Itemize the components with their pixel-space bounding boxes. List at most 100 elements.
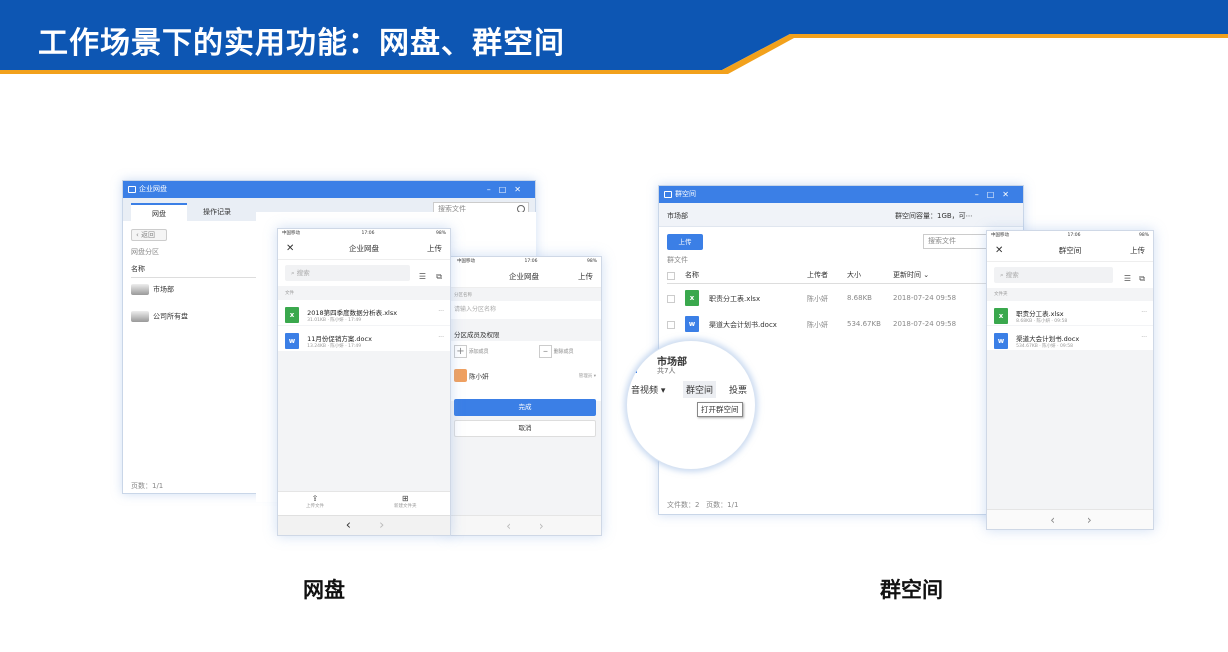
table-header: 名称 上传者 大小 更新时间 ⌄ [667, 270, 1017, 284]
folder-icon [131, 284, 149, 295]
netdisk-phone-list: 中国移动 17:06 98% ✕ 企业网盘 上传 ⌕ 搜索 ☰ ⧉ 文件 x 2… [277, 228, 451, 536]
file-row[interactable]: x 2018第四季度数据分析表.xlsx 31.01KB · 陈小妍 · 17:… [278, 300, 450, 325]
more-icon[interactable]: ··· [1141, 309, 1147, 316]
nav-back-button[interactable]: ‹ [506, 519, 511, 533]
chevron-left-icon: ‹ [136, 231, 139, 239]
phone-title-bar: ✕ 企业网盘 上传 [278, 238, 450, 260]
sort-icon[interactable]: ☰ [419, 272, 426, 281]
nav-back-button[interactable]: ‹ [346, 518, 351, 533]
tab-netdisk[interactable]: 网盘 [131, 203, 187, 221]
phone-nav: ‹ › [987, 509, 1153, 529]
group-footer: 文件数：2 页数：1/1 [667, 501, 739, 509]
capacity-text: 群空间容量：1GB，可⋯ [895, 212, 973, 220]
search-input[interactable]: ⌕ 搜索 [994, 267, 1113, 283]
folder-item-market[interactable]: 市场部 [131, 284, 174, 295]
word-file-icon: w [994, 332, 1008, 349]
section-label: 文件 [285, 291, 294, 296]
more-icon[interactable]: ··· [438, 334, 444, 341]
nav-forward-button[interactable]: › [1087, 513, 1092, 527]
folder-icon [131, 311, 149, 322]
window-controls[interactable]: –□✕ [487, 181, 529, 198]
status-bar: 中国移动 17:06 98% [991, 233, 1149, 238]
more-icon[interactable]: ··· [1141, 334, 1147, 341]
copy-icon[interactable]: ⧉ [436, 272, 442, 282]
close-icon[interactable]: ✕ [995, 240, 1003, 262]
table-row[interactable]: x 职责分工表.xlsx 陈小妍 8.68KB 2018-07-24 09:58 [667, 290, 1017, 312]
phone-nav: ‹ › [447, 515, 601, 535]
phone-title-bar: ✕ 群空间 上传 [987, 240, 1153, 262]
status-bar: 中国移动 17:06 98% [282, 231, 446, 236]
file-row[interactable]: x 职责分工表.xlsx 8.68KB · 陈小妍 · 09:58 ··· [987, 301, 1153, 325]
minus-icon: – [539, 345, 552, 358]
window-controls[interactable]: –□✕ [975, 186, 1017, 203]
word-file-icon: w [285, 332, 299, 349]
upload-button[interactable]: 上传 [578, 266, 593, 288]
plus-icon: + [454, 345, 467, 358]
folder-plus-icon: ⊞ [401, 494, 409, 503]
members-title: 分区成员及权限 [454, 331, 500, 339]
excel-file-icon: x [994, 307, 1008, 324]
upload-file-button[interactable]: ⇪ 上传文件 [306, 494, 324, 509]
phone-nav: ‹ › [278, 515, 450, 535]
upload-button[interactable]: 上传 [667, 234, 703, 250]
phone-title-bar: 企业网盘 上传 [447, 266, 601, 288]
remove-member-button[interactable]: – 删除成员 [539, 345, 574, 358]
copy-icon[interactable]: ⧉ [1139, 274, 1145, 284]
new-folder-button[interactable]: ⊞ 新建文件夹 [394, 494, 417, 509]
bottom-toolbar: ⇪ 上传文件 ⊞ 新建文件夹 [278, 491, 450, 515]
group-titlebar: 群空间 –□✕ [659, 186, 1023, 203]
avatar [454, 369, 467, 382]
page-title: 工作场景下的实用功能：网盘、群空间 [38, 26, 565, 61]
word-file-icon: w [685, 316, 699, 332]
folder-item-company[interactable]: 公司所有盘 [131, 311, 188, 322]
group-phone: 中国移动 17:06 98% ✕ 群空间 上传 ⌕ 搜索 ☰ ⧉ 文件夹 x 职… [986, 230, 1154, 530]
menu-vote[interactable]: 投票 [729, 383, 747, 396]
window-title: 企业网盘 [139, 185, 167, 193]
cancel-button[interactable]: 取消 [454, 420, 596, 437]
partition-name-input[interactable]: 请输入分区名称 [447, 301, 601, 319]
group-avatar [627, 363, 637, 373]
netdisk-titlebar: 企业网盘 –□✕ [123, 181, 535, 198]
table-row[interactable]: w 渠道大会计划书.docx 陈小妍 534.67KB 2018-07-24 0… [667, 316, 1017, 338]
nav-forward-button[interactable]: › [379, 518, 384, 533]
header-banner: 工作场景下的实用功能：网盘、群空间 [0, 0, 1228, 74]
member-row[interactable]: 陈小妍 管理员 ▾ [454, 369, 596, 382]
menu-group-space[interactable]: 群空间 [683, 381, 717, 398]
member-role[interactable]: 管理员 ▾ [579, 373, 596, 379]
select-all-checkbox[interactable] [667, 272, 675, 280]
caption-netdisk: 网盘 [303, 578, 345, 602]
window-title: 群空间 [675, 190, 696, 198]
tab-operation-log[interactable]: 操作记录 [187, 203, 247, 221]
file-row[interactable]: w 渠道大会计划书.docx 534.67KB · 陈小妍 · 09:58 ··… [987, 326, 1153, 350]
magnifier-callout: 市场部 共7人 音视频 ▾ 群空间 投票 打开群空间 [626, 340, 756, 470]
status-bar: 中国移动 17:06 98% [457, 259, 597, 264]
field-label: 分区名称 [454, 293, 472, 298]
magnified-member-count: 共7人 [657, 367, 676, 375]
excel-file-icon: x [685, 290, 699, 306]
briefcase-icon [128, 186, 136, 193]
page-count: 页数：1/1 [131, 482, 164, 490]
back-button[interactable]: ‹ 返回 [131, 229, 167, 241]
more-icon[interactable]: ··· [438, 308, 444, 315]
search-input[interactable]: ⌕ 搜索 [285, 265, 410, 281]
section-label: 网盘分区 [131, 248, 159, 256]
netdisk-phone-partition: 中国移动 17:06 98% 企业网盘 上传 分区名称 请输入分区名称 分区成员… [446, 256, 602, 536]
menu-av[interactable]: 音视频 ▾ [631, 383, 665, 396]
column-name: 名称 [131, 264, 271, 278]
close-icon[interactable]: ✕ [286, 238, 294, 260]
upload-button[interactable]: 上传 [427, 238, 442, 260]
done-button[interactable]: 完成 [454, 399, 596, 416]
row-checkbox[interactable] [667, 295, 675, 303]
caption-group-space: 群空间 [880, 578, 943, 602]
add-member-button[interactable]: + 添加成员 [454, 345, 489, 358]
excel-file-icon: x [285, 306, 299, 323]
nav-back-button[interactable]: ‹ [1050, 513, 1055, 527]
group-icon [664, 191, 672, 198]
row-checkbox[interactable] [667, 321, 675, 329]
sort-icon[interactable]: ☰ [1124, 274, 1131, 283]
upload-button[interactable]: 上传 [1130, 240, 1145, 262]
nav-forward-button[interactable]: › [539, 519, 544, 533]
file-row[interactable]: w 11月份促销方案.docx 13.24KB · 陈小妍 · 17:49 ··… [278, 326, 450, 351]
group-name: 市场部 [667, 212, 688, 220]
tooltip: 打开群空间 [697, 402, 743, 417]
